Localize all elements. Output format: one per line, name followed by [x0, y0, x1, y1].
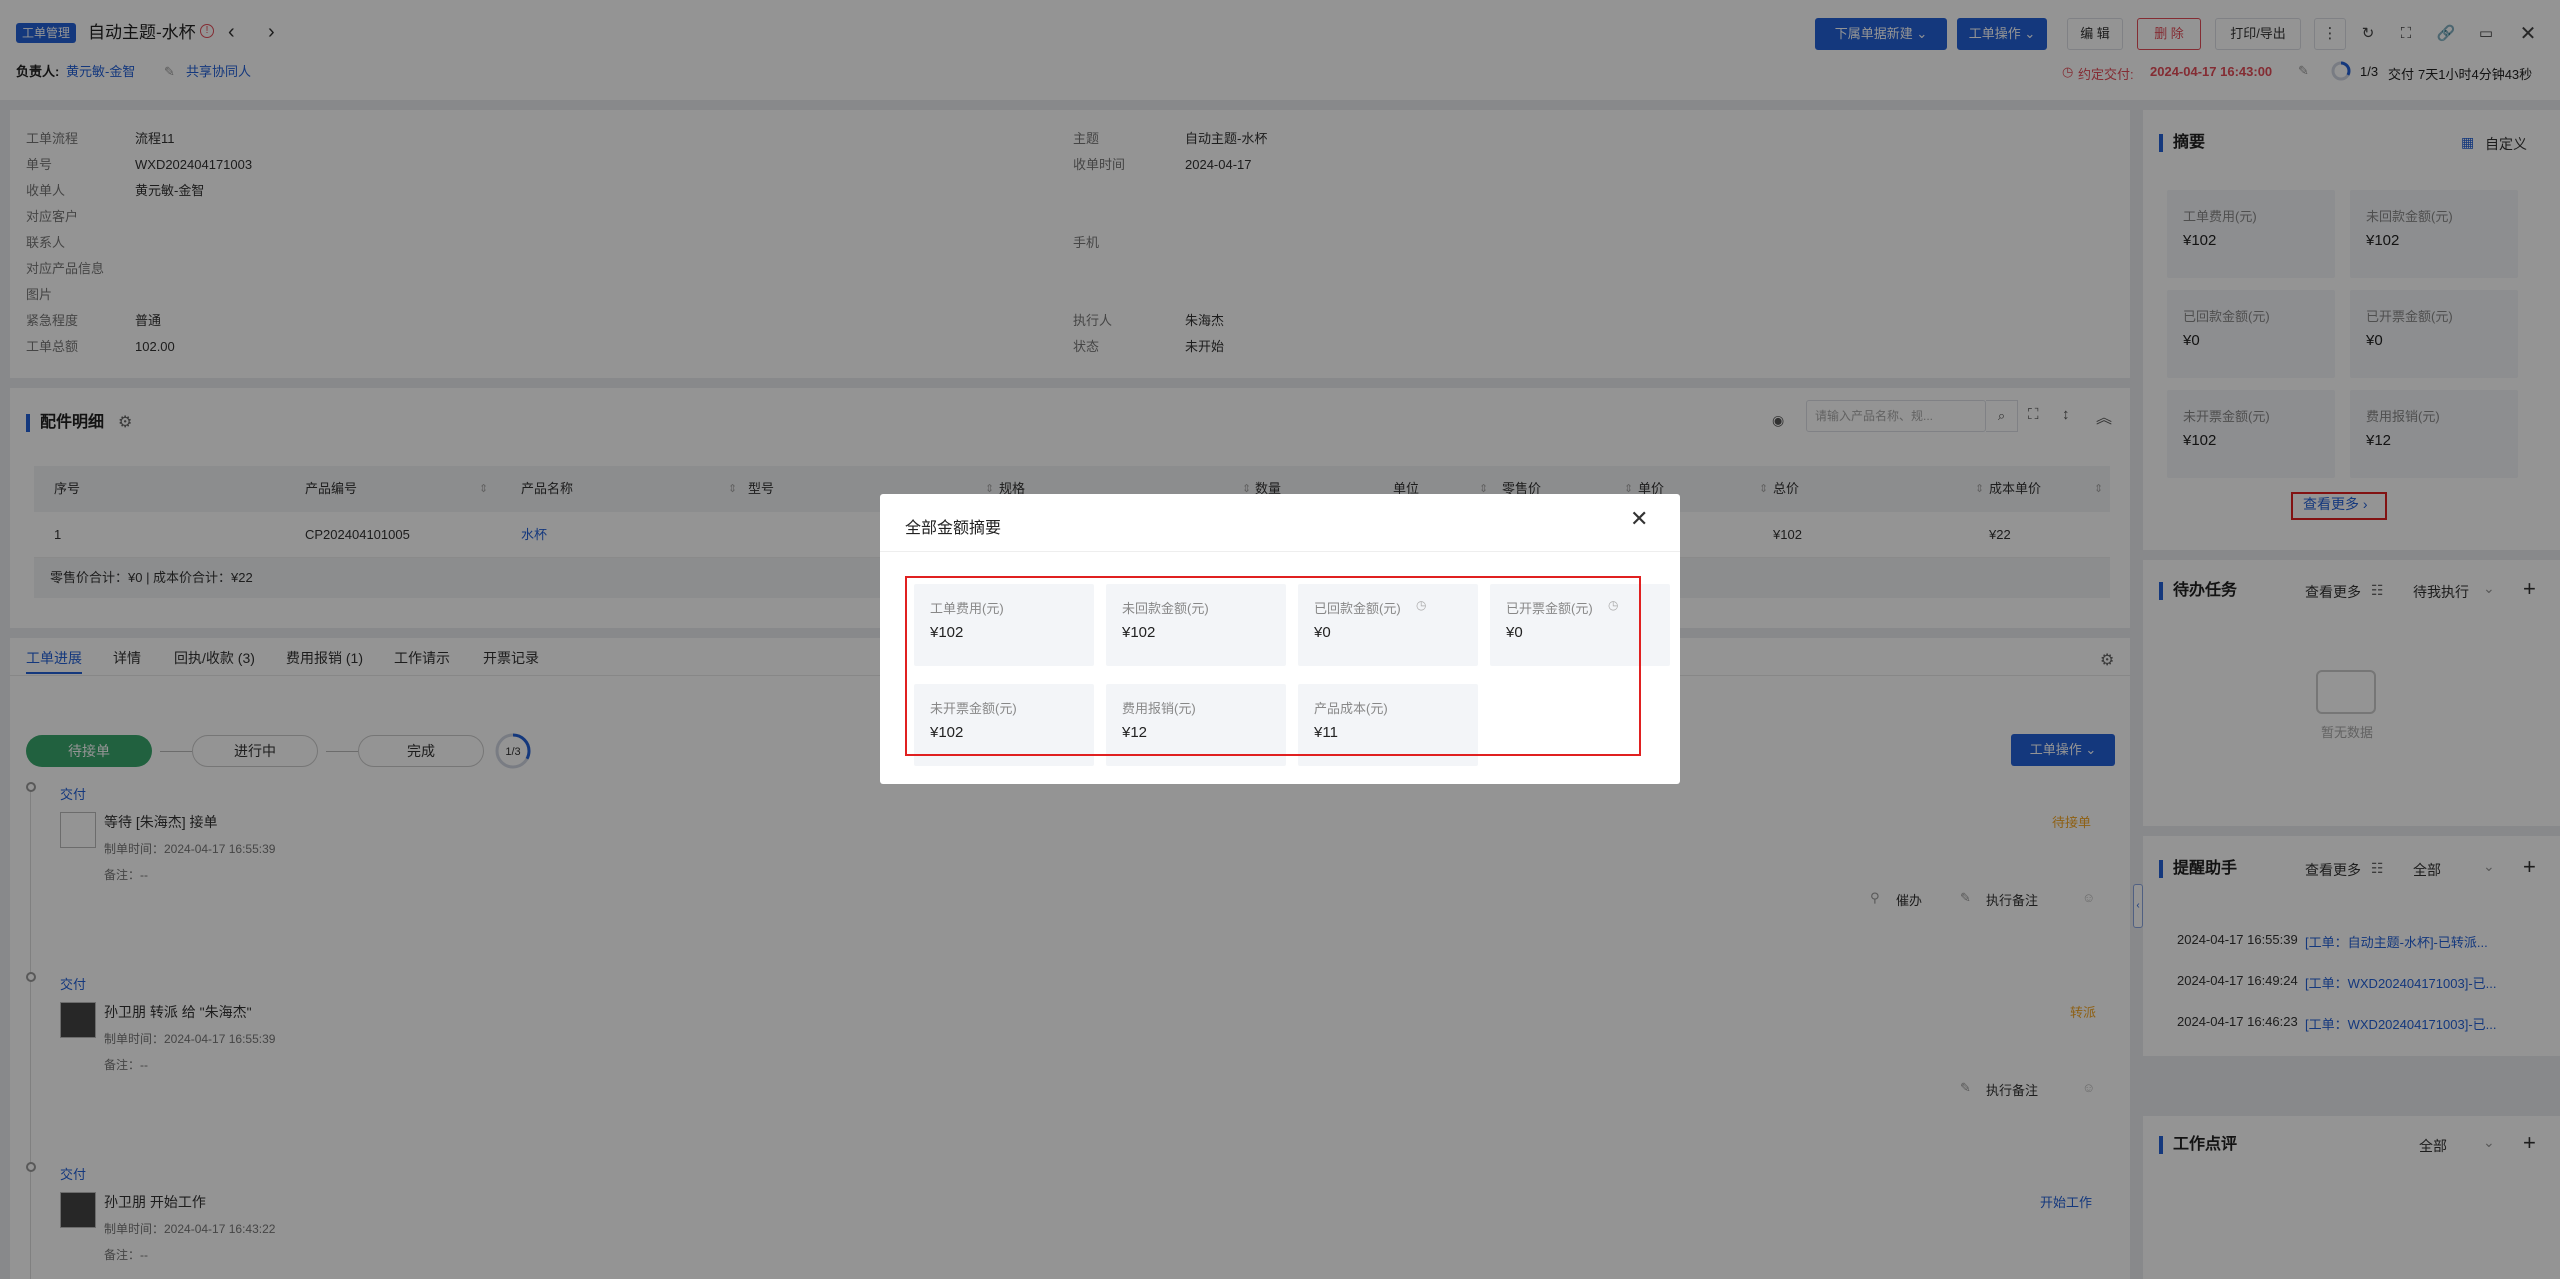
highlight-box — [905, 576, 1641, 756]
modal-title: 全部金额摘要 — [905, 520, 1002, 537]
amount-summary-modal: 全部金额摘要 ✕ 工单费用(元) ¥102 未回款金额(元) ¥102 已回款金额(元)… — [880, 494, 1680, 784]
close-icon[interactable]: ✕ — [1630, 506, 1648, 532]
divider — [880, 551, 1680, 552]
